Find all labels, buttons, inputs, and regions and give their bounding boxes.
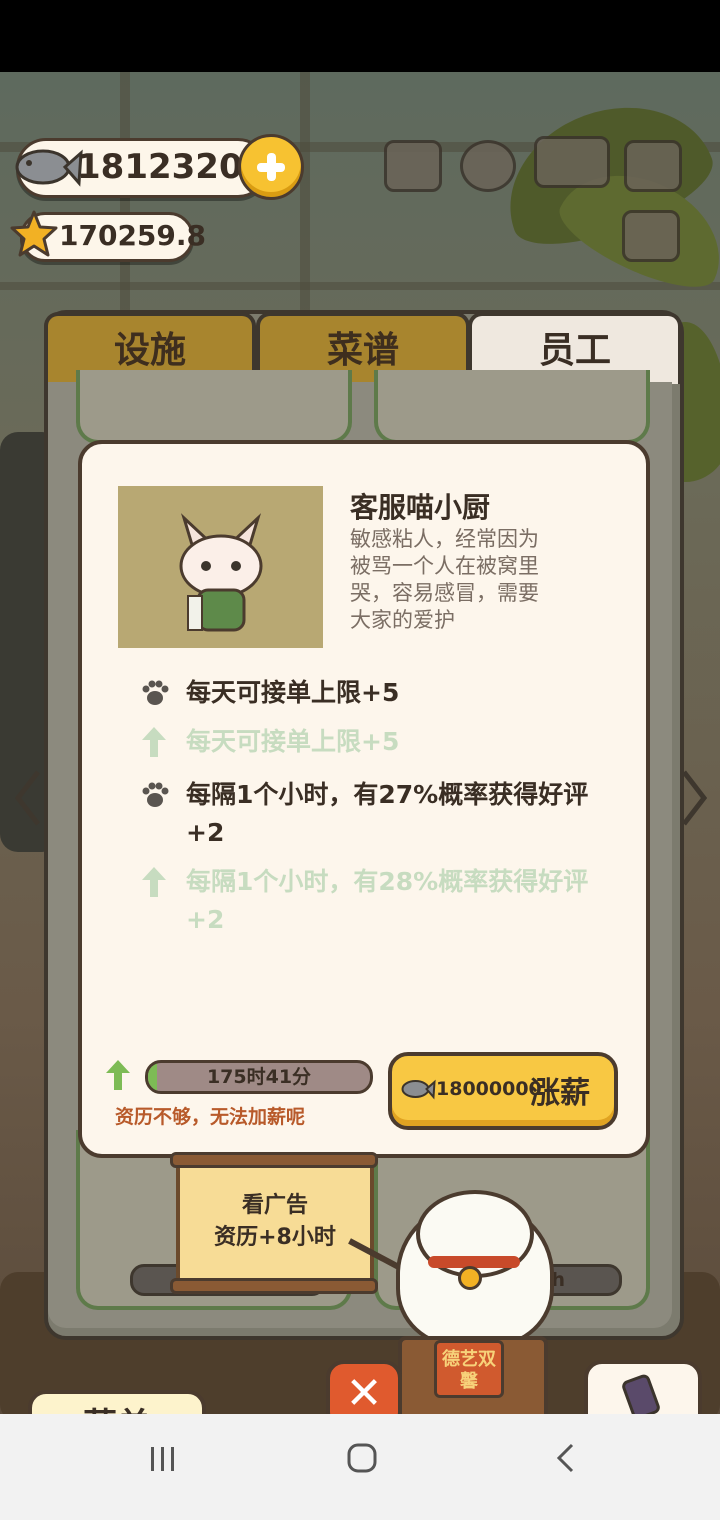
scroll-rod <box>170 1278 378 1294</box>
warning-text: 资历不够，无法加薪呢 <box>115 1106 306 1128</box>
bell-icon <box>458 1266 482 1290</box>
staff-card[interactable] <box>76 370 352 444</box>
watch-ad-sign-button[interactable]: 看广告 资历+8小时 <box>170 1152 378 1294</box>
staff-description: 敏感粘人，经常因为被骂一个人在被窝里哭，容易感冒，需要大家的爱护 <box>350 527 539 632</box>
honor-banner: 德艺双馨 <box>434 1340 504 1398</box>
upgrade-arrow-icon <box>142 867 166 897</box>
staff-portrait <box>118 486 323 648</box>
gear-icon[interactable] <box>460 140 516 192</box>
add-currency-button[interactable] <box>238 134 304 200</box>
back-icon[interactable] <box>554 1442 578 1474</box>
prev-arrow-icon[interactable] <box>12 768 42 828</box>
raise-cost: 18000000 <box>436 1078 542 1100</box>
fish-currency-display: 1812320 <box>15 138 268 198</box>
system-navigation-bar <box>0 1414 720 1520</box>
fish-icon <box>15 149 83 187</box>
paw-icon <box>142 782 169 807</box>
fish-amount: 1812320 <box>77 147 243 187</box>
skill-next-level: 每隔1个小时，有28%概率获得好评+2 <box>186 867 589 934</box>
home-icon[interactable] <box>346 1442 378 1474</box>
experience-progress-bar: 175时41分 <box>145 1060 373 1094</box>
experience-arrow-icon <box>106 1060 130 1090</box>
recent-apps-icon[interactable] <box>148 1444 178 1474</box>
next-arrow-icon[interactable] <box>680 768 710 828</box>
scroll-rod <box>170 1152 378 1168</box>
skill-next-level: 每天可接单上限+5 <box>186 727 400 756</box>
ad-sign-line1: 看广告 <box>241 1193 308 1218</box>
raise-label: 涨薪 <box>530 1076 590 1111</box>
star-icon <box>10 210 58 257</box>
skill-current: 每隔1个小时，有27%概率获得好评+2 <box>186 780 589 847</box>
raise-salary-button[interactable]: 18000000 涨薪 <box>388 1052 618 1130</box>
paw-icon <box>142 680 169 705</box>
staff-name: 客服喵小厨 <box>350 491 491 524</box>
star-currency-display: 170259.8 <box>10 210 206 262</box>
ranking-icon[interactable] <box>384 140 442 192</box>
book-icon[interactable] <box>534 136 610 188</box>
camera-icon[interactable] <box>624 140 682 192</box>
skill-current: 每天可接单上限+5 <box>186 678 400 707</box>
status-bar <box>0 0 720 72</box>
notice-board-icon[interactable] <box>622 210 680 262</box>
fish-icon <box>401 1079 436 1100</box>
cat-chef-portrait-icon <box>179 513 263 632</box>
staff-card[interactable] <box>374 370 650 444</box>
star-amount: 170259.8 <box>59 219 207 252</box>
upgrade-arrow-icon <box>142 727 166 757</box>
ad-sign-line2: 资历+8小时 <box>214 1225 336 1250</box>
experience-time: 175时41分 <box>206 1066 312 1088</box>
